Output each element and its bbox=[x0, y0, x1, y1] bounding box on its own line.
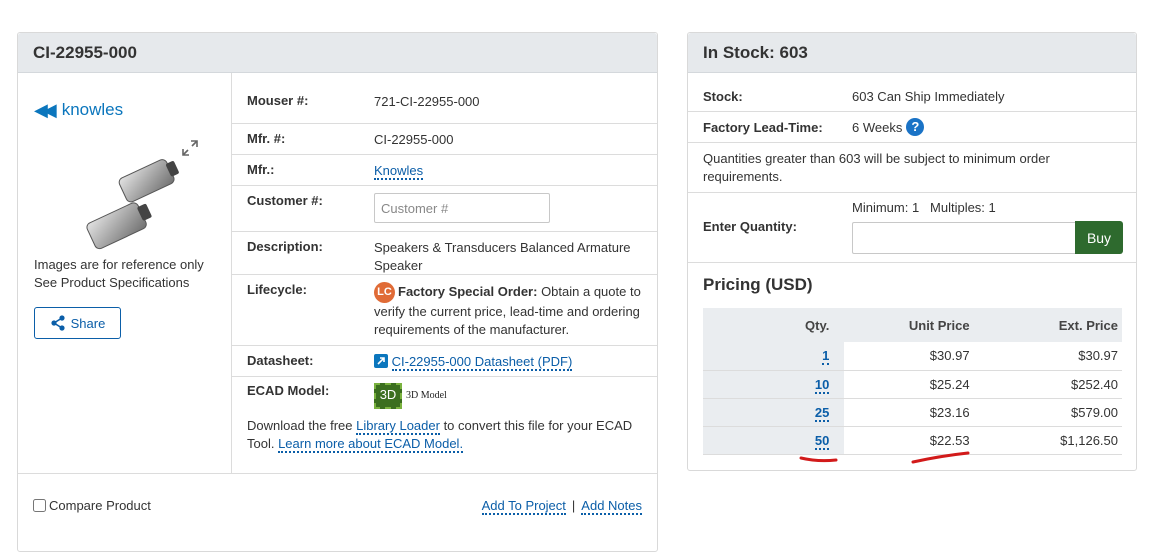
stock-label: Stock: bbox=[703, 88, 743, 104]
lifecycle-label: Lifecycle: bbox=[247, 282, 307, 297]
quantity-note: Quantities greater than 603 will be subj… bbox=[688, 143, 1136, 193]
spec-table: Mouser #: 721-CI-22955-000 Mfr. #: CI-22… bbox=[232, 73, 657, 475]
ecad-text-part-1: Download the free bbox=[247, 418, 357, 433]
product-image-column: ◀◀ knowles Images are for reference only… bbox=[18, 73, 232, 473]
ext-price: $579.00 bbox=[970, 398, 1122, 427]
ext-price: $30.97 bbox=[970, 342, 1122, 371]
add-notes-link[interactable]: Add Notes bbox=[581, 498, 642, 515]
spec-row-datasheet: Datasheet: CI-22955-000 Datasheet (PDF) bbox=[232, 346, 657, 377]
stock-panel: In Stock: 603 Stock: 603 Can Ship Immedi… bbox=[687, 32, 1137, 471]
price-row: 10 $25.24 $252.40 bbox=[703, 370, 1122, 399]
product-title: CI-22955-000 bbox=[18, 33, 657, 73]
image-reference-note: Images are for reference only See Produc… bbox=[34, 256, 224, 292]
unit-price: $30.97 bbox=[844, 342, 971, 371]
price-table: Qty. Unit Price Ext. Price 1 $30.97 $30.… bbox=[703, 308, 1122, 455]
pricing-title: Pricing (USD) bbox=[703, 275, 813, 294]
project-links: Add To Project | Add Notes bbox=[481, 498, 642, 515]
price-row: 1 $30.97 $30.97 bbox=[703, 342, 1122, 371]
lead-time-value: 6 Weeks bbox=[852, 119, 903, 135]
unit-price: $25.24 bbox=[844, 370, 971, 399]
ecad-description: Download the free Library Loader to conv… bbox=[232, 417, 657, 453]
manufacturer-link[interactable]: Knowles bbox=[374, 163, 424, 180]
link-separator: | bbox=[571, 498, 576, 513]
mfr-number-value: CI-22955-000 bbox=[374, 132, 454, 147]
qty-break-link[interactable]: 25 bbox=[814, 404, 830, 422]
unit-price: $23.16 bbox=[844, 398, 971, 427]
lifecycle-status: Factory Special Order: bbox=[398, 283, 538, 299]
mfr-number-label: Mfr. #: bbox=[247, 131, 286, 146]
ext-price: $252.40 bbox=[970, 370, 1122, 399]
price-table-header: Qty. Unit Price Ext. Price bbox=[703, 308, 1122, 342]
unit-price: $22.53 bbox=[844, 426, 971, 455]
lifecycle-value: LC Factory Special Order: Obtain a quote … bbox=[374, 282, 644, 338]
product-image[interactable] bbox=[78, 149, 198, 259]
customer-number-input[interactable] bbox=[374, 193, 550, 223]
spec-row-mfr-number: Mfr. #: CI-22955-000 bbox=[232, 124, 657, 155]
mouser-number-label: Mouser #: bbox=[247, 93, 309, 108]
compare-product[interactable]: Compare Product bbox=[33, 498, 151, 513]
price-row: 25 $23.16 $579.00 bbox=[703, 398, 1122, 427]
ext-price: $1,126.50 bbox=[970, 426, 1122, 455]
share-button[interactable]: Share bbox=[34, 307, 121, 339]
lead-time-label: Factory Lead-Time: bbox=[703, 119, 823, 135]
knowles-logo-icon: ◀◀ bbox=[34, 99, 57, 120]
price-row: 50 $22.53 $1,126.50 bbox=[703, 426, 1122, 455]
spec-row-customer: Customer #: bbox=[232, 186, 657, 232]
spec-row-mfr: Mfr.: Knowles bbox=[232, 155, 657, 186]
spec-row-description: Description: Speakers & Transducers Bala… bbox=[232, 232, 657, 275]
spec-row-mouser: Mouser #: 721-CI-22955-000 bbox=[232, 73, 657, 124]
external-link-icon bbox=[374, 354, 388, 368]
qty-header: Qty. bbox=[805, 317, 830, 333]
product-panel: CI-22955-000 ◀◀ knowles Images are for r… bbox=[17, 32, 658, 552]
stock-row: Stock: 603 Can Ship Immediately bbox=[688, 81, 1136, 112]
stock-value: 603 Can Ship Immediately bbox=[852, 88, 1005, 104]
buy-button[interactable]: Buy bbox=[1075, 221, 1123, 254]
ecad-3d-model-link[interactable]: 3D 3D Model bbox=[374, 383, 447, 409]
unit-price-header: Unit Price bbox=[908, 317, 970, 333]
quantity-input[interactable] bbox=[852, 222, 1075, 254]
stock-title: In Stock: 603 bbox=[688, 33, 1136, 73]
enter-quantity-label: Enter Quantity: bbox=[703, 219, 797, 234]
datasheet-label: Datasheet: bbox=[247, 353, 314, 368]
qty-break-link[interactable]: 50 bbox=[814, 432, 830, 450]
lead-time-row: Factory Lead-Time: 6 Weeks ? bbox=[688, 112, 1136, 143]
3d-model-text: 3D Model bbox=[406, 390, 447, 401]
qty-break-link[interactable]: 1 bbox=[822, 348, 830, 366]
spec-row-ecad: ECAD Model: 3D 3D Model Download the fre… bbox=[232, 377, 657, 475]
quantity-section: Enter Quantity: Minimum: 1 Multiples: 1 … bbox=[688, 193, 1136, 263]
help-icon[interactable]: ? bbox=[906, 118, 925, 136]
customer-number-label: Customer #: bbox=[247, 193, 323, 208]
spec-row-lifecycle: Lifecycle: LC Factory Special Order: Obta… bbox=[232, 275, 657, 346]
learn-more-ecad-link[interactable]: Learn more about ECAD Model. bbox=[278, 436, 464, 453]
mouser-number-value: 721-CI-22955-000 bbox=[374, 94, 480, 109]
compare-product-checkbox[interactable] bbox=[33, 499, 46, 512]
share-label: Share bbox=[70, 315, 106, 331]
reference-note-line-1: Images are for reference only bbox=[34, 257, 204, 272]
brand-logo-text: knowles bbox=[61, 100, 124, 119]
3d-chip-icon: 3D bbox=[374, 383, 402, 409]
datasheet-link[interactable]: CI-22955-000 Datasheet (PDF) bbox=[391, 354, 573, 371]
reference-note-line-2: See Product Specifications bbox=[34, 275, 190, 290]
description-value: Speakers & Transducers Balanced Armature… bbox=[374, 240, 631, 273]
ecad-model-label: ECAD Model: bbox=[247, 383, 330, 398]
brand-logo[interactable]: ◀◀ knowles bbox=[34, 99, 123, 121]
mfr-label: Mfr.: bbox=[247, 162, 275, 177]
product-actions-bar: Compare Product Add To Project | Add Notes bbox=[18, 473, 657, 533]
library-loader-link[interactable]: Library Loader bbox=[356, 418, 440, 435]
add-to-project-link[interactable]: Add To Project bbox=[481, 498, 566, 515]
qty-break-link[interactable]: 10 bbox=[814, 376, 830, 394]
share-icon bbox=[51, 315, 65, 331]
compare-product-label: Compare Product bbox=[49, 498, 151, 513]
ext-price-header: Ext. Price bbox=[1058, 317, 1118, 333]
minimum-multiples: Minimum: 1 Multiples: 1 bbox=[852, 200, 996, 215]
description-label: Description: bbox=[247, 239, 323, 254]
lifecycle-badge-icon: LC bbox=[374, 282, 395, 303]
